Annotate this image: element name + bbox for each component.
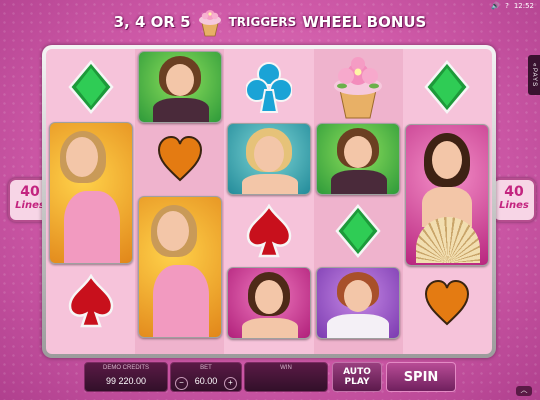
bet-increase-button[interactable]: + [224,377,237,390]
red-spade-icon [246,204,292,258]
reel-2 [135,49,225,354]
symbol-woman-dark-pink [224,267,313,339]
bet-label: BET [200,365,212,371]
reel-5 [403,49,492,354]
reel-area [46,49,492,354]
reel-1 [46,49,135,354]
autoplay-button[interactable]: AUTO PLAY [332,362,382,392]
symbol-orange-heart [403,267,492,339]
lines-indicator-right: 40 Lines [492,178,536,222]
symbol-woman-blonde-orange [46,121,135,265]
symbol-red-spade [224,195,313,267]
symbol-woman-redhead-purple [314,267,403,339]
lines-word: Lines [499,200,529,211]
spin-label: SPIN [403,369,439,385]
reel-frame [42,45,496,358]
symbol-blue-club [224,51,313,123]
win-label: WIN [280,365,292,371]
credits-panel: DEMO CREDITS 99 220.00 [84,362,168,392]
symbol-orange-heart [135,123,224,195]
win-panel: WIN [244,362,328,392]
paytable-tab[interactable]: « PAYS [528,55,540,95]
red-spade-icon [68,274,113,328]
symbol-woman-blonde-teal [224,123,313,195]
reel-3 [224,49,313,354]
paytable-label: PAYS [531,67,537,87]
symbol-green-diamond [46,51,135,123]
green-diamond-icon [424,60,470,114]
spin-button[interactable]: SPIN [386,362,456,392]
cupcake-icon [197,7,223,37]
banner-count-text: 3, 4 OR 5 [113,13,191,31]
blue-club-icon [245,62,292,113]
symbol-woman-dark-fan-pink [403,123,492,267]
credits-label: DEMO CREDITS [102,365,149,371]
chevron-up-icon: ︿ [520,387,528,394]
credits-value: 99 220.00 [105,376,147,386]
orange-heart-icon [425,279,470,326]
orange-heart-icon [157,135,202,182]
banner-bonus-text: WHEEL BONUS [302,13,427,31]
symbol-woman-brunette-green [135,51,224,123]
cupcake-icon [334,57,383,119]
green-diamond-icon [335,204,381,258]
symbol-woman-brunette-green [314,123,403,195]
bet-panel: BET − 60.00 + [170,362,242,392]
symbol-green-diamond [403,51,492,123]
green-diamond-icon [67,60,114,114]
autoplay-label: AUTO PLAY [343,367,371,387]
reel-4 [313,49,403,354]
symbol-red-spade [46,265,135,337]
symbol-green-diamond [314,195,403,267]
symbol-cupcake [314,51,403,123]
lines-count: 40 [504,184,524,200]
menu-toggle-button[interactable]: ︿ [516,386,532,396]
symbol-woman-blonde-orange [135,195,224,339]
bonus-banner: 3, 4 OR 5 TRIGGERS WHEEL BONUS [0,4,540,40]
banner-triggers-text: TRIGGERS [228,15,297,29]
